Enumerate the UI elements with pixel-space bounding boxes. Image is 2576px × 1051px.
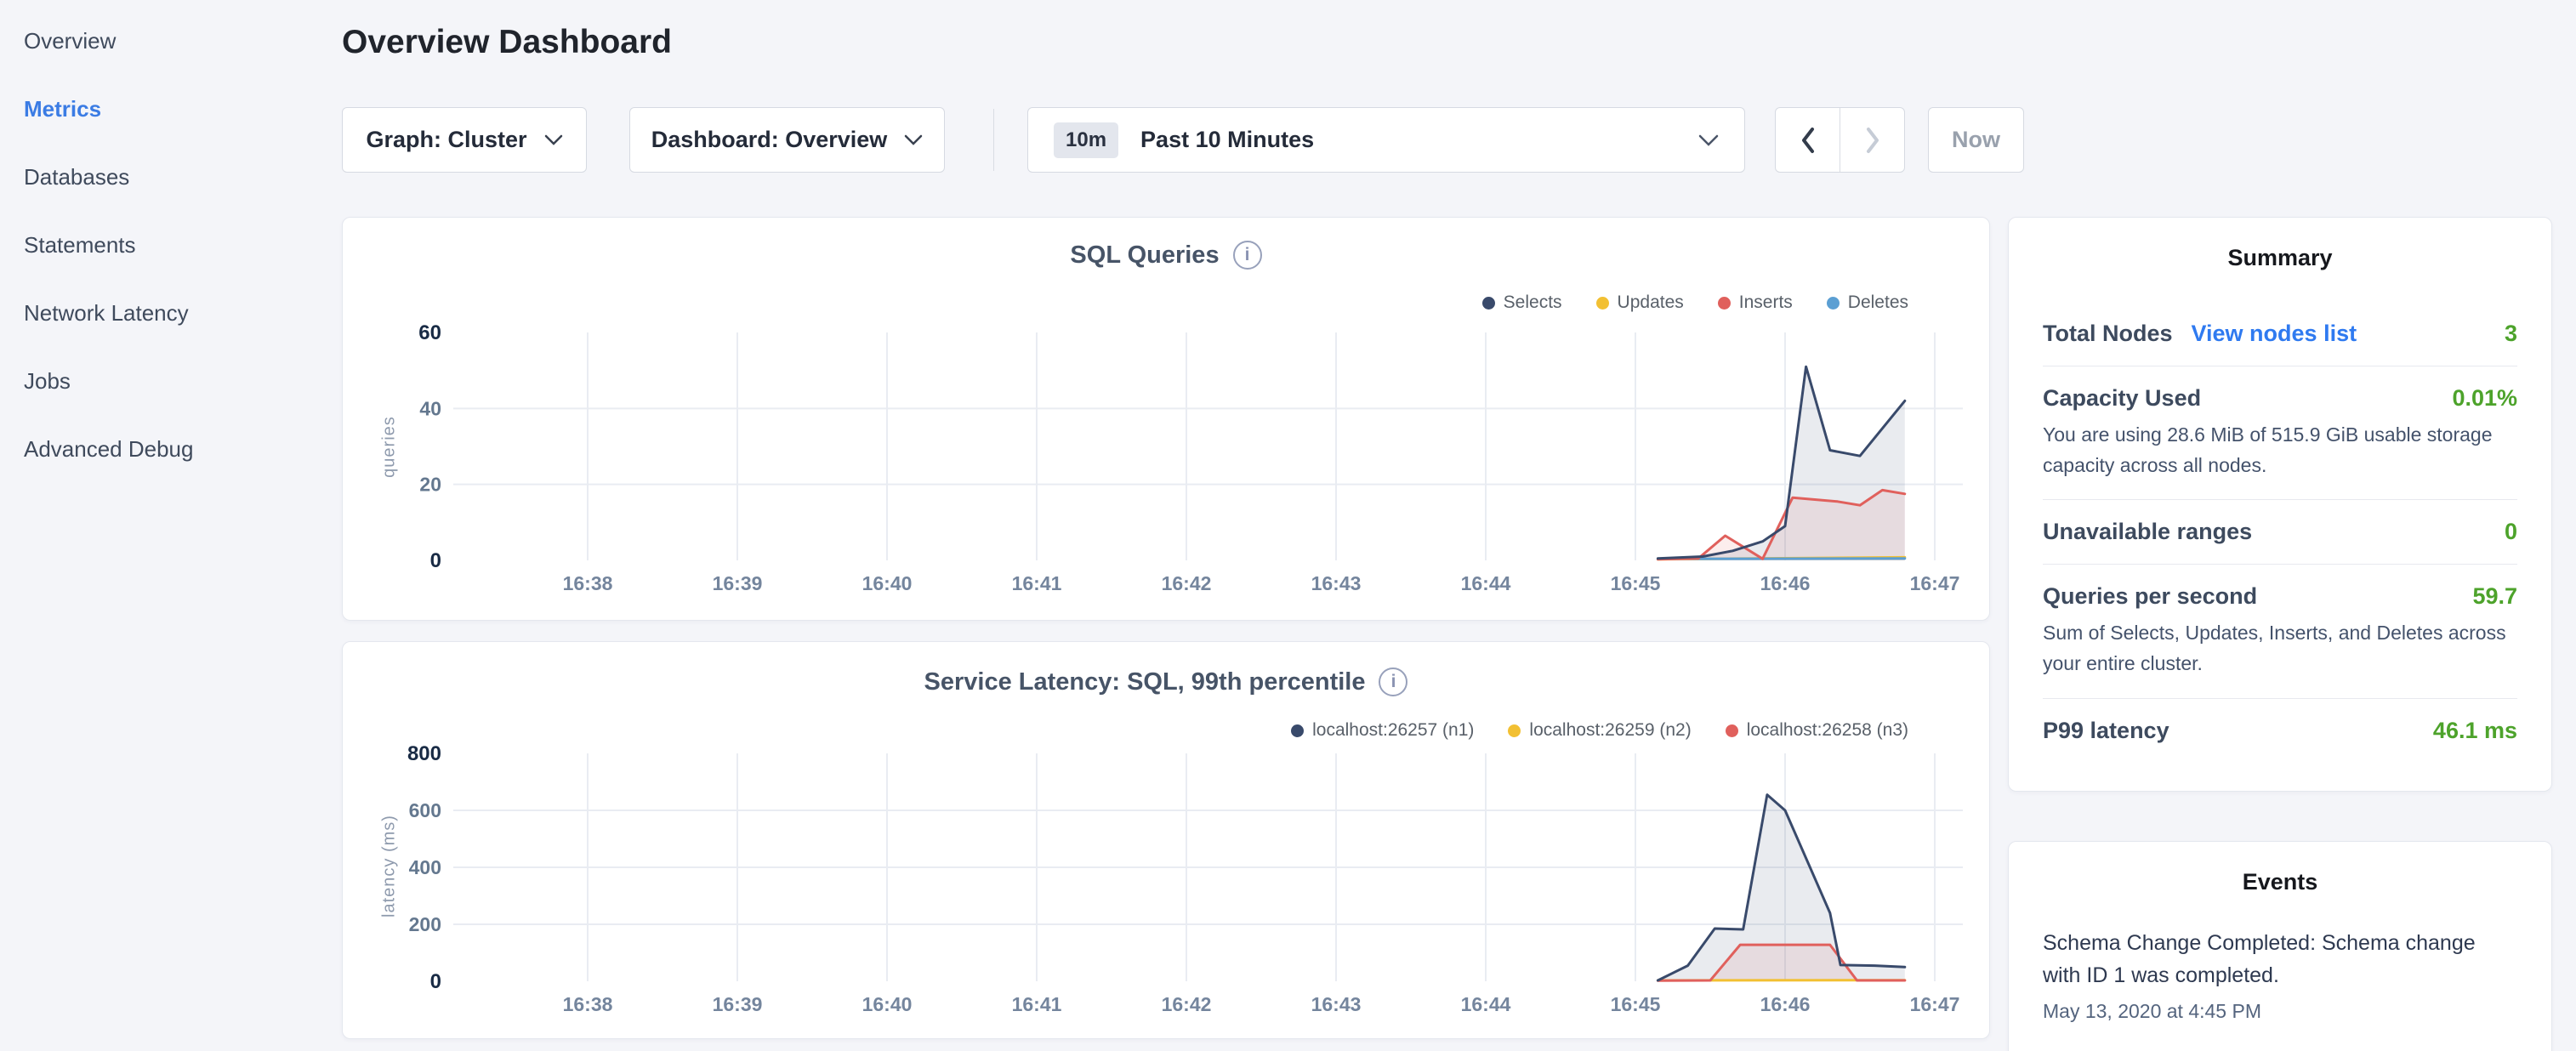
svg-text:16:44: 16:44 — [1461, 572, 1511, 594]
view-nodes-list-link[interactable]: View nodes list — [2192, 321, 2357, 347]
svg-text:16:39: 16:39 — [713, 572, 763, 594]
summary-row-label: Total Nodes — [2043, 321, 2173, 347]
summary-row-value: 0.01% — [2452, 385, 2517, 412]
svg-text:20: 20 — [419, 474, 441, 496]
toolbar-divider — [993, 109, 994, 171]
svg-text:400: 400 — [409, 856, 441, 878]
sidebar-item-overview[interactable]: Overview — [0, 7, 342, 75]
chevron-down-icon — [544, 134, 563, 145]
now-button[interactable]: Now — [1928, 107, 2024, 173]
svg-text:16:45: 16:45 — [1611, 993, 1661, 1015]
svg-text:16:42: 16:42 — [1162, 993, 1212, 1015]
sidebar-item-metrics[interactable]: Metrics — [0, 75, 342, 143]
svg-text:16:38: 16:38 — [563, 572, 613, 594]
time-range-selector[interactable]: 10m Past 10 Minutes — [1027, 107, 1745, 173]
summary-row: Total Nodes View nodes list 3 — [2043, 302, 2517, 366]
chevron-down-icon — [904, 134, 923, 145]
graph-scope-dropdown[interactable]: Graph: Cluster — [342, 107, 587, 173]
graph-scope-label: Graph: Cluster — [366, 127, 526, 153]
dashboard-label: Dashboard: Overview — [651, 127, 888, 153]
svg-text:16:44: 16:44 — [1461, 993, 1511, 1015]
svg-text:16:42: 16:42 — [1162, 572, 1212, 594]
svg-text:16:46: 16:46 — [1760, 993, 1811, 1015]
sidebar-item-databases[interactable]: Databases — [0, 143, 342, 211]
time-step-buttons — [1775, 107, 1905, 173]
svg-text:16:45: 16:45 — [1611, 572, 1661, 594]
service-latency-chart[interactable]: 16:38 16:39 16:40 16:41 16:42 16:43 16:44 16:45… — [343, 642, 1989, 1038]
svg-text:16:43: 16:43 — [1311, 572, 1362, 594]
sidebar-item-jobs[interactable]: Jobs — [0, 347, 342, 415]
summary-row: Unavailable ranges 0 — [2043, 500, 2517, 565]
svg-text:16:47: 16:47 — [1910, 572, 1960, 594]
events-panel: Events Schema Change Completed: Schema c… — [2008, 841, 2552, 1051]
svg-text:16:40: 16:40 — [862, 993, 913, 1015]
sidebar: OverviewMetricsDatabasesStatementsNetwor… — [0, 0, 342, 1051]
svg-text:0: 0 — [430, 970, 441, 993]
chevron-down-icon — [1698, 134, 1719, 146]
svg-text:16:46: 16:46 — [1760, 572, 1811, 594]
svg-text:16:43: 16:43 — [1311, 993, 1362, 1015]
summary-row: Queries per second 59.7 Sum of Selects, Up… — [2043, 565, 2517, 698]
svg-text:200: 200 — [409, 913, 441, 935]
svg-text:40: 40 — [419, 397, 441, 419]
summary-row-value: 3 — [2505, 321, 2517, 347]
summary-row-description: Sum of Selects, Updates, Inserts, and De… — [2043, 618, 2517, 679]
event-text: Schema Change Completed: Schema change w… — [2043, 928, 2517, 991]
previous-time-button[interactable] — [1776, 108, 1840, 172]
page-title: Overview Dashboard — [342, 24, 672, 61]
summary-row-value: 46.1 ms — [2433, 718, 2517, 744]
svg-text:800: 800 — [407, 742, 441, 765]
summary-row-description: You are using 28.6 MiB of 515.9 GiB usab… — [2043, 420, 2517, 480]
svg-text:16:41: 16:41 — [1012, 572, 1062, 594]
dashboard-dropdown[interactable]: Dashboard: Overview — [629, 107, 945, 173]
svg-text:16:38: 16:38 — [563, 993, 613, 1015]
event-timestamp: May 13, 2020 at 4:45 PM — [2043, 1000, 2517, 1023]
summary-row-label: Capacity Used — [2043, 385, 2201, 412]
now-button-label: Now — [1952, 127, 2000, 153]
summary-row: P99 latency 46.1 ms — [2043, 699, 2517, 763]
events-title: Events — [2043, 869, 2517, 895]
sql-queries-chart[interactable]: 16:38 16:39 16:40 16:41 16:42 16:43 16:44 16:45… — [343, 218, 1989, 620]
sidebar-item-statements[interactable]: Statements — [0, 211, 342, 279]
time-range-label: Past 10 Minutes — [1140, 127, 1314, 153]
next-time-button[interactable] — [1840, 108, 1904, 172]
event-item: Schema Change Completed: Schema change w… — [2043, 928, 2517, 1023]
sql-queries-chart-card: SQL Queries i SelectsUpdatesInsertsDelet… — [342, 217, 1990, 621]
service-latency-chart-card: Service Latency: SQL, 99th percentile i … — [342, 641, 1990, 1039]
chevron-left-icon — [1800, 127, 1817, 154]
summary-row-value: 0 — [2505, 519, 2517, 545]
summary-row-label: Unavailable ranges — [2043, 519, 2252, 545]
svg-text:16:41: 16:41 — [1012, 993, 1062, 1015]
svg-text:16:39: 16:39 — [713, 993, 763, 1015]
svg-text:600: 600 — [409, 799, 441, 821]
sidebar-item-network-latency[interactable]: Network Latency — [0, 279, 342, 347]
time-range-badge: 10m — [1054, 122, 1118, 158]
summary-row-value: 59.7 — [2472, 583, 2517, 610]
summary-title: Summary — [2043, 245, 2517, 271]
svg-text:0: 0 — [430, 549, 441, 572]
svg-text:16:47: 16:47 — [1910, 993, 1960, 1015]
svg-text:16:40: 16:40 — [862, 572, 913, 594]
chevron-right-icon — [1864, 127, 1881, 154]
summary-row-label: P99 latency — [2043, 718, 2169, 744]
summary-row-label: Queries per second — [2043, 583, 2257, 610]
sidebar-item-advanced-debug[interactable]: Advanced Debug — [0, 415, 342, 483]
svg-text:60: 60 — [418, 321, 441, 344]
summary-row: Capacity Used 0.01% You are using 28.6 MiB… — [2043, 366, 2517, 500]
summary-panel: Summary Total Nodes View nodes list 3 Capac… — [2008, 217, 2552, 792]
